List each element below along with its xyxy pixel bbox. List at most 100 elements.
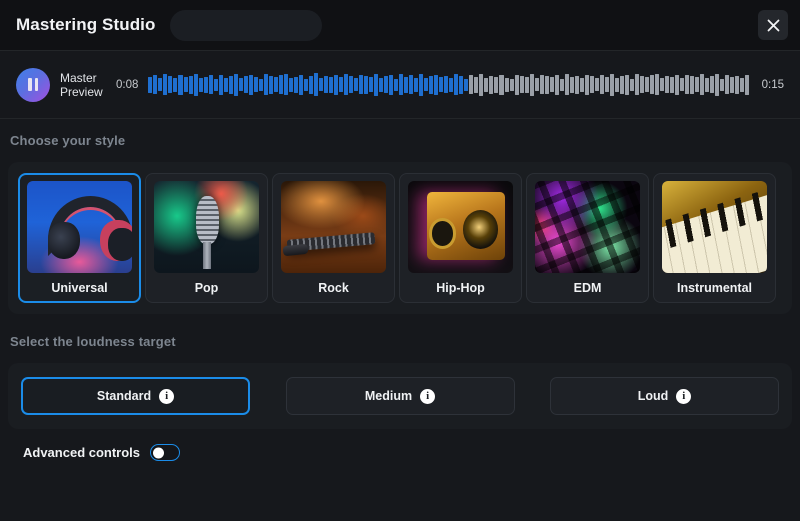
- waveform-bar: [173, 78, 177, 92]
- waveform-bar: [189, 76, 193, 94]
- info-icon[interactable]: i: [420, 389, 435, 404]
- style-card-label: Rock: [318, 281, 349, 295]
- waveform-bar: [635, 74, 639, 95]
- waveform-bar: [209, 75, 213, 94]
- style-card-instrumental[interactable]: Instrumental: [653, 173, 776, 303]
- art-instrumental-image: [662, 181, 767, 273]
- waveform-bar: [520, 76, 524, 93]
- style-card-list: Universal Pop Rock Hip-HopEDMInstrumental: [8, 162, 792, 314]
- loudness-option-label: Standard: [97, 389, 151, 403]
- waveform-bar: [364, 76, 368, 94]
- info-icon[interactable]: i: [676, 389, 691, 404]
- style-card-universal[interactable]: Universal: [18, 173, 141, 303]
- waveform-bar: [575, 76, 579, 94]
- waveform-bar: [234, 74, 238, 96]
- waveform-bar: [565, 74, 569, 95]
- waveform-bar: [479, 74, 483, 96]
- waveform-bar: [274, 77, 278, 92]
- waveform-bar: [740, 78, 744, 92]
- waveform-bar: [655, 74, 659, 95]
- style-card-hip-hop[interactable]: Hip-Hop: [399, 173, 522, 303]
- waveform-bar: [304, 79, 308, 91]
- waveform-bar: [670, 77, 674, 93]
- waveform-bar: [314, 73, 318, 96]
- waveform-bar: [334, 75, 338, 95]
- waveform-bar: [379, 78, 383, 92]
- waveform-bar: [344, 74, 348, 95]
- close-button[interactable]: [758, 10, 788, 40]
- waveform-bar: [249, 75, 253, 95]
- waveform-bar: [279, 75, 283, 94]
- waveform-bar: [700, 74, 704, 95]
- waveform-bar: [269, 76, 273, 94]
- waveform-bar: [665, 76, 669, 93]
- mastering-studio-dialog: Mastering Studio Master Preview 0:08 0:1…: [0, 0, 800, 521]
- waveform-bar: [600, 75, 604, 94]
- waveform-bar: [153, 75, 157, 94]
- style-card-rock[interactable]: Rock: [272, 173, 395, 303]
- waveform-bar: [254, 77, 258, 92]
- advanced-controls-toggle[interactable]: [150, 444, 180, 461]
- waveform-bar: [419, 74, 423, 96]
- waveform-bar: [449, 78, 453, 92]
- waveform-bar: [735, 76, 739, 94]
- waveform-bar: [515, 75, 519, 95]
- loudness-option-standard[interactable]: Standard i: [21, 377, 250, 415]
- waveform-bar: [264, 74, 268, 95]
- title-placeholder-pill: [170, 10, 322, 41]
- waveform-bar: [178, 75, 182, 95]
- pause-icon: [28, 78, 38, 91]
- waveform-scrubber[interactable]: [148, 72, 749, 98]
- advanced-controls-label: Advanced controls: [23, 445, 140, 460]
- loudness-option-loud[interactable]: Loudi: [550, 377, 779, 415]
- waveform-bar: [605, 77, 609, 92]
- waveform-bar: [489, 76, 493, 94]
- waveform-bar: [439, 77, 443, 92]
- waveform-bar: [615, 78, 619, 92]
- waveform-bar: [324, 76, 328, 93]
- loudness-option-label: Medium: [365, 389, 412, 403]
- waveform-bar: [660, 78, 664, 91]
- waveform-bar: [650, 75, 654, 94]
- waveform-bar: [299, 75, 303, 95]
- info-icon[interactable]: i: [159, 389, 174, 404]
- style-thumbnail: [281, 181, 386, 273]
- waveform-bar: [309, 76, 313, 94]
- style-card-edm[interactable]: EDM: [526, 173, 649, 303]
- waveform-bar: [319, 78, 323, 91]
- titlebar: Mastering Studio: [0, 0, 800, 51]
- waveform-bar: [484, 78, 488, 92]
- waveform-bar: [394, 79, 398, 91]
- waveform-bar: [148, 77, 152, 93]
- style-card-label: Pop: [195, 281, 219, 295]
- waveform-bar: [705, 78, 709, 92]
- waveform-bar: [289, 78, 293, 92]
- waveform-bar: [720, 79, 724, 91]
- waveform-bar: [374, 74, 378, 96]
- loudness-option-medium[interactable]: Mediumi: [286, 377, 515, 415]
- waveform-bar: [645, 77, 649, 92]
- waveform-bar: [184, 77, 188, 92]
- waveform-bar: [525, 77, 529, 93]
- page-title: Mastering Studio: [16, 15, 156, 35]
- waveform-bar: [555, 75, 559, 95]
- play-pause-button[interactable]: [16, 68, 50, 102]
- waveform-bar: [229, 76, 233, 94]
- waveform-bar: [454, 74, 458, 95]
- close-icon: [767, 19, 780, 32]
- style-card-pop[interactable]: Pop: [145, 173, 268, 303]
- waveform-bar: [429, 76, 433, 94]
- waveform-bar: [158, 78, 162, 91]
- loudness-option-group: StandardiMediumiLoudi: [8, 363, 792, 429]
- waveform-bar: [610, 74, 614, 96]
- style-thumbnail: [408, 181, 513, 273]
- waveform-bar: [725, 75, 729, 94]
- style-thumbnail: [662, 181, 767, 273]
- art-rock-image: [281, 181, 386, 273]
- waveform-bar: [349, 76, 353, 93]
- waveform-bar: [580, 78, 584, 92]
- waveform-bar: [404, 77, 408, 93]
- waveform-bar: [745, 75, 749, 95]
- waveform-bar: [530, 74, 534, 96]
- waveform-bar: [710, 76, 714, 93]
